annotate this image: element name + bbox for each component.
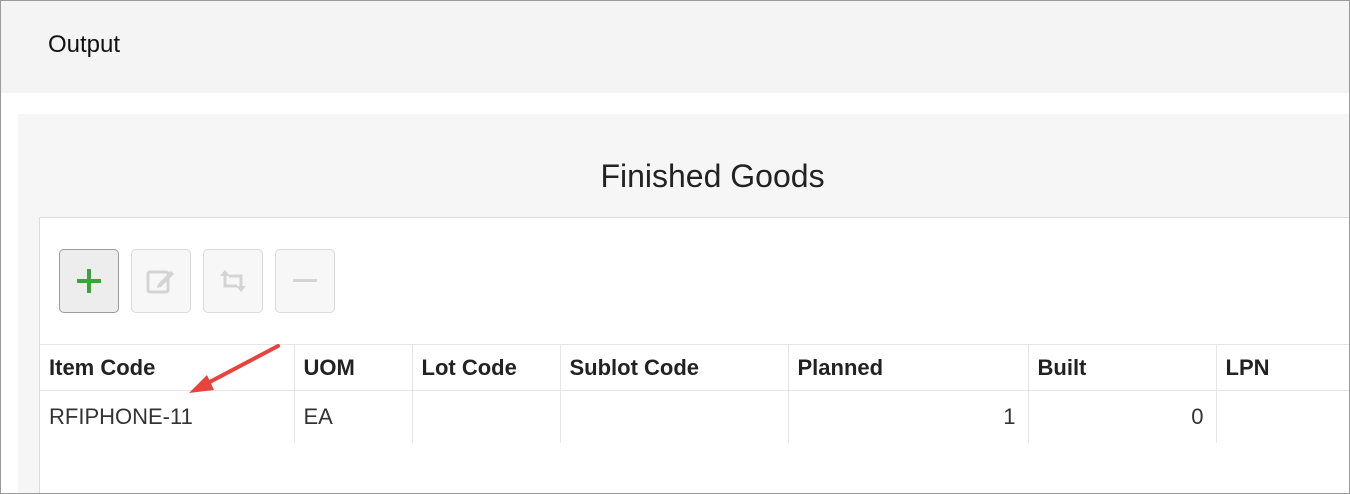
plus-icon [77, 269, 101, 293]
edit-button[interactable] [131, 249, 191, 313]
finished-goods-grid: Item Code UOM Lot Code Sublot Code Plann… [39, 217, 1349, 493]
swap-icon [220, 270, 246, 292]
add-button[interactable] [59, 249, 119, 313]
table-cell[interactable]: EA [294, 390, 413, 443]
edit-icon [146, 270, 174, 294]
table-cell[interactable] [1216, 390, 1349, 443]
panel-title: Finished Goods [600, 158, 825, 194]
finished-goods-panel: Finished Goods Item Code UOM Lot Code Su… [18, 114, 1349, 493]
table-cell[interactable]: 0 [1028, 390, 1217, 443]
output-window: Output Finished Goods Item Code UOM Lot … [0, 0, 1350, 494]
grid-toolbar [59, 249, 335, 313]
column-header[interactable]: Built [1028, 344, 1217, 391]
table-header-row: Item Code UOM Lot Code Sublot Code Plann… [40, 344, 1349, 391]
column-header[interactable]: UOM [294, 344, 413, 391]
table-cell[interactable] [412, 390, 561, 443]
table-cell[interactable]: 1 [788, 390, 1029, 443]
finished-goods-table: Item Code UOM Lot Code Sublot Code Plann… [40, 344, 1349, 443]
column-header[interactable]: Lot Code [412, 344, 561, 391]
column-header[interactable]: LPN [1216, 344, 1349, 391]
column-header[interactable]: Item Code [40, 344, 295, 391]
section-header: Output [1, 1, 1349, 93]
column-header[interactable]: Planned [788, 344, 1029, 391]
minus-icon [293, 279, 317, 282]
table-cell[interactable] [560, 390, 789, 443]
section-title: Output [48, 31, 121, 58]
swap-button[interactable] [203, 249, 263, 313]
column-header[interactable]: Sublot Code [560, 344, 789, 391]
table-row[interactable]: RFIPHONE-11 EA 1 0 [40, 390, 1349, 443]
remove-button[interactable] [275, 249, 335, 313]
table-cell[interactable]: RFIPHONE-11 [40, 390, 295, 443]
